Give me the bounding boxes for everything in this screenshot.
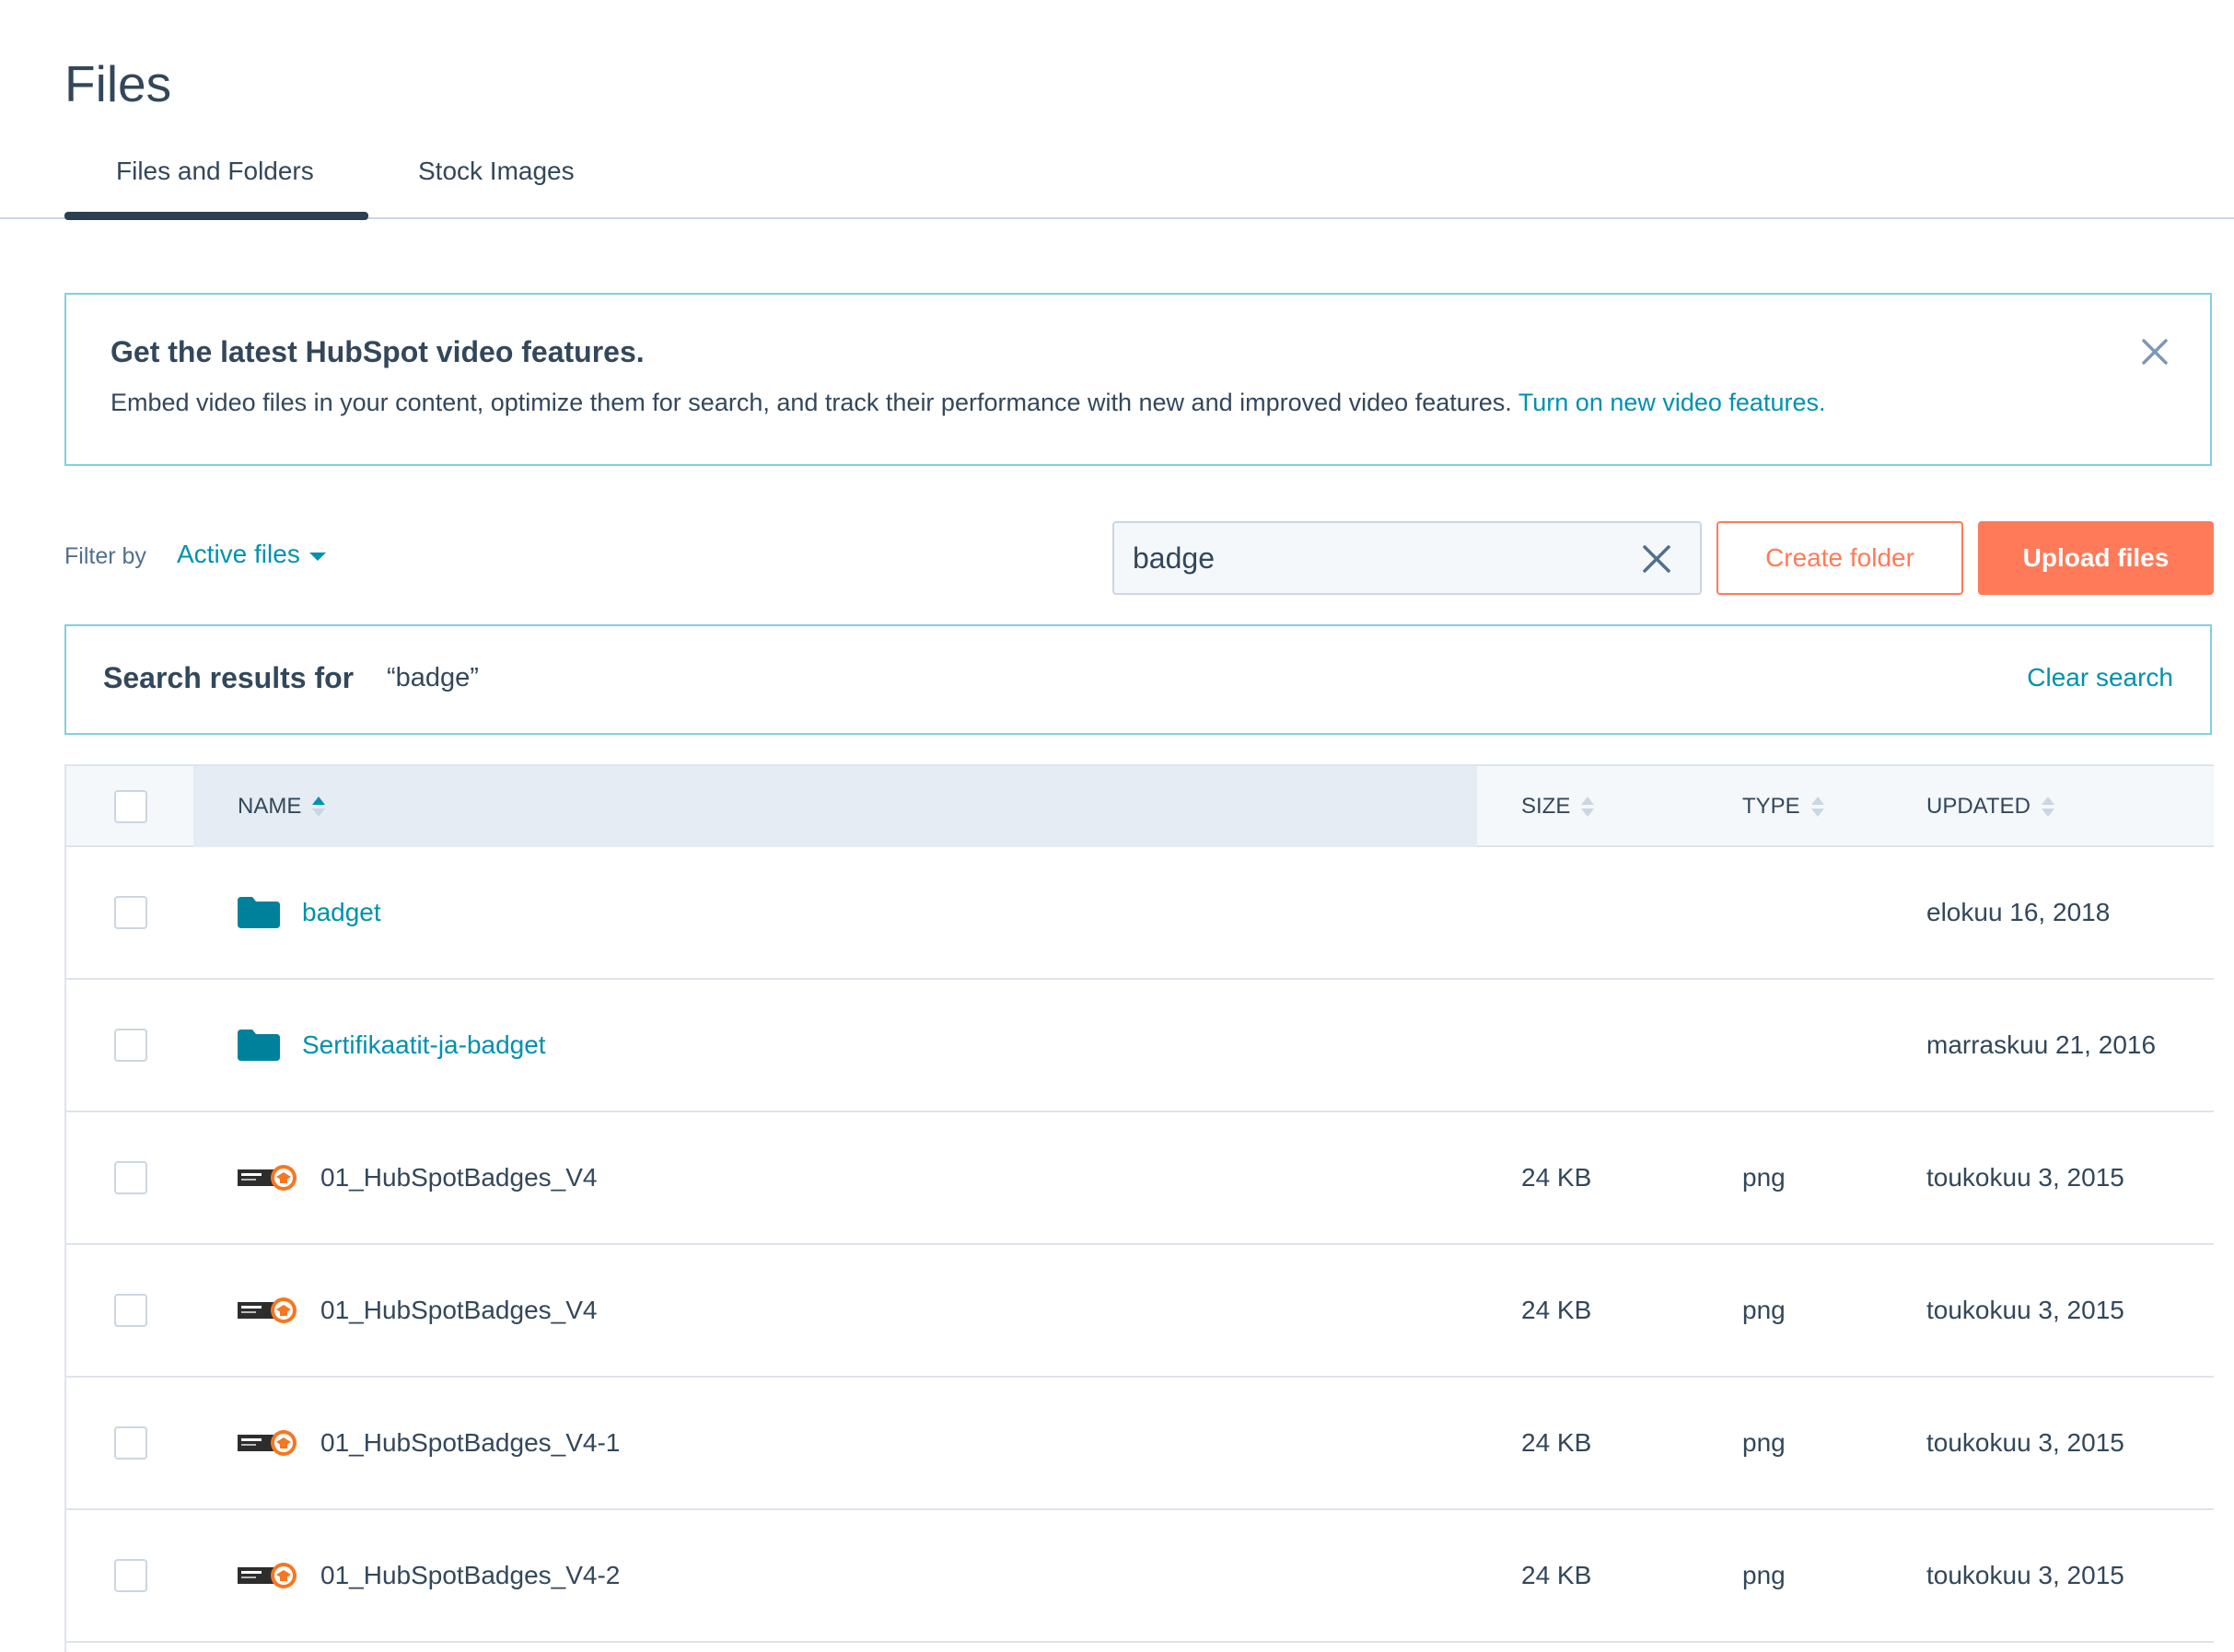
updated-cell: toukokuu 3, 2015 [1926,1428,2124,1457]
search-box [1112,521,1702,595]
upload-files-button[interactable]: Upload files [1978,521,2214,595]
name-cell: 01_HubSpotBadges_V4 [238,1245,597,1376]
clear-search-link[interactable]: Clear search [2027,663,2173,692]
type-cell: png [1742,1163,1786,1192]
type-cell: png [1742,1428,1786,1457]
updated-cell: marraskuu 21, 2016 [1926,1030,2157,1059]
file-name-link[interactable]: 01_HubSpotBadges_V4-2 [320,1561,620,1590]
table-header: NAME SIZE TYPE UPDATED [66,764,2214,847]
name-cell: 01_HubSpotBadges_V4 [238,1112,597,1243]
filter-label: Filter by [64,543,146,569]
name-cell: badget [238,847,381,978]
search-results-query: “badge” [387,663,479,692]
column-header-updated-label: UPDATED [1926,794,2030,819]
size-cell: 24 KB [1521,1163,1592,1192]
updated-cell: toukokuu 3, 2015 [1926,1163,2124,1192]
filter-dropdown[interactable]: Active files [177,540,326,569]
column-header-updated[interactable]: UPDATED [1926,794,2054,820]
column-header-size-label: SIZE [1521,794,1571,819]
file-name-link[interactable]: 01_HubSpotBadges_V4 [320,1296,597,1325]
row-checkbox[interactable] [114,1029,147,1062]
badge-thumbnail-icon [238,1430,297,1456]
search-input[interactable] [1133,534,1612,582]
name-cell: 01_HubSpotBadges_V4-1 [238,1378,620,1508]
tab-stock-images[interactable]: Stock Images [418,147,575,203]
row-checkbox[interactable] [114,1294,147,1327]
updated-cell: toukokuu 3, 2015 [1926,1561,2124,1589]
create-folder-button[interactable]: Create folder [1716,521,1963,595]
table-row[interactable]: 01_HubSpotBadges_V4 24 KB png toukokuu 3… [66,1112,2214,1245]
search-results-label: Search results for [103,661,355,694]
caret-down-icon [308,552,326,561]
sort-icon [2041,797,2054,817]
active-tab-indicator [64,212,368,220]
sort-icon [312,797,326,817]
select-all-checkbox[interactable] [114,790,147,823]
size-cell: 24 KB [1521,1561,1592,1589]
banner-title: Get the latest HubSpot video features. [111,335,645,368]
clear-search-icon[interactable] [1639,541,1674,576]
sort-icon [1581,797,1595,817]
filter-dropdown-value: Active files [177,540,300,568]
sort-icon [1810,797,1824,817]
row-checkbox[interactable] [114,896,147,929]
table-row[interactable]: Sertifikaatit-ja-badget marraskuu 21, 20… [66,980,2214,1112]
folder-name-link[interactable]: Sertifikaatit-ja-badget [302,1030,546,1060]
table-row[interactable]: 01_HubSpotBadges_V4-1 24 KB png toukokuu… [66,1378,2214,1510]
row-checkbox[interactable] [114,1426,147,1460]
page-title: Files [64,54,172,112]
folder-icon [238,1030,280,1061]
column-header-type-label: TYPE [1742,794,1800,819]
badge-thumbnail-icon [238,1165,297,1191]
table-row[interactable]: 01_HubSpotBadges_V4-2 24 KB png toukokuu… [66,1510,2214,1643]
table-row[interactable]: badget elokuu 16, 2018 [66,847,2214,980]
type-cell: png [1742,1561,1786,1589]
row-checkbox[interactable] [114,1161,147,1194]
row-checkbox[interactable] [114,1559,147,1592]
video-features-banner: Get the latest HubSpot video features. E… [64,293,2212,466]
name-column-highlight [193,766,1477,847]
folder-name-link[interactable]: badget [302,898,381,927]
name-cell: 01_HubSpotBadges_V4-2 [238,1510,620,1641]
size-cell: 24 KB [1521,1296,1592,1324]
folder-icon [238,897,280,928]
files-table: NAME SIZE TYPE UPDATED badget elokuu 16,… [64,764,2214,1652]
badge-thumbnail-icon [238,1563,297,1588]
column-header-name-label: NAME [238,794,302,819]
file-name-link[interactable]: 01_HubSpotBadges_V4 [320,1163,597,1192]
column-header-name[interactable]: NAME [238,794,326,820]
search-results-bar: Search results for “badge” Clear search [64,624,2212,735]
close-icon[interactable] [2138,335,2171,368]
table-row[interactable]: 01_HubSpotBadges_V4 24 KB png toukokuu 3… [66,1245,2214,1378]
badge-thumbnail-icon [238,1297,297,1323]
file-name-link[interactable]: 01_HubSpotBadges_V4-1 [320,1428,620,1458]
banner-body-text: Embed video files in your content, optim… [111,389,1512,416]
updated-cell: elokuu 16, 2018 [1926,898,2111,926]
turn-on-video-features-link[interactable]: Turn on new video features. [1518,389,1826,416]
updated-cell: toukokuu 3, 2015 [1926,1296,2124,1324]
type-cell: png [1742,1296,1786,1324]
banner-body: Embed video files in your content, optim… [111,389,1825,417]
name-cell: Sertifikaatit-ja-badget [238,980,546,1111]
column-header-type[interactable]: TYPE [1742,794,1824,820]
column-header-size[interactable]: SIZE [1521,794,1595,820]
tab-files-and-folders[interactable]: Files and Folders [116,147,314,203]
size-cell: 24 KB [1521,1428,1592,1457]
